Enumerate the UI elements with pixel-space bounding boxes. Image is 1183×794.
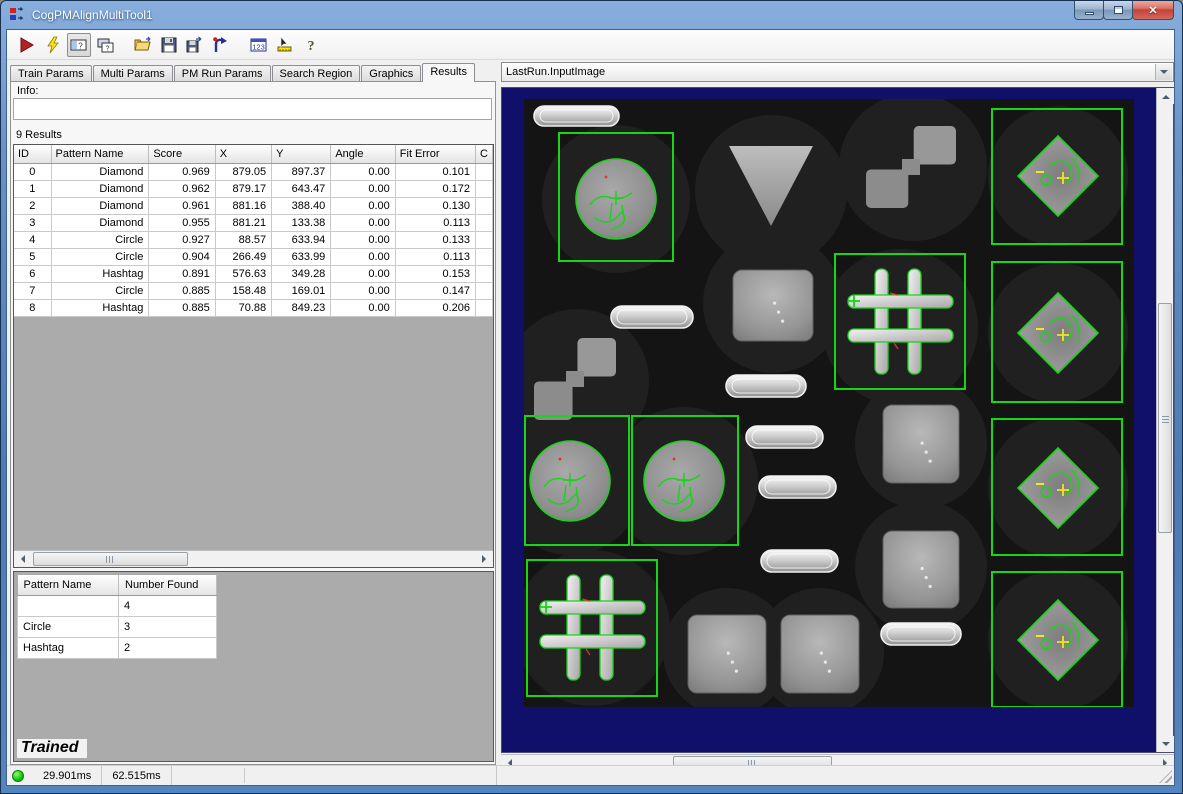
result-row[interactable]: 7Circle0.885158.48169.010.000.147 [14,282,493,299]
tab-train-params[interactable]: Train Params [10,65,92,82]
titlebar: CogPMAlignMultiTool1 ✕ [1,1,1182,29]
resize-grip[interactable] [1159,770,1172,783]
column-header-fit-error[interactable]: Fit Error [395,145,475,163]
result-row[interactable]: 8Hashtag0.88570.88849.230.000.206 [14,299,493,316]
close-icon: ✕ [1148,4,1157,17]
column-header-c[interactable]: C [476,145,493,163]
results-table: IDPattern NameScoreXYAngleFit ErrorC0Dia… [14,145,493,317]
numeric-display-icon: 123 [250,36,268,54]
image-selector-combobox[interactable]: LastRun.InputImage [501,62,1174,82]
run-status-icon [12,770,24,782]
run-time-label: 29.901ms [33,766,102,785]
pixel-measure-icon [276,36,294,54]
float-window-icon: ? [70,36,88,54]
tab-results[interactable]: Results [422,63,475,82]
column-header-number-found[interactable]: Number Found [119,575,217,595]
scroll-down-icon[interactable] [1157,736,1174,752]
hscroll-thumb[interactable] [33,552,188,566]
tab-multi-params[interactable]: Multi Params [93,65,173,82]
run-icon [18,36,36,54]
open-file-icon [134,36,152,54]
svg-text:?: ? [308,39,315,54]
scroll-left-icon[interactable] [14,551,31,567]
save-icon [160,36,178,54]
tool-window-button[interactable]: ? [93,33,117,57]
info-input[interactable] [13,98,492,120]
electric-run-icon [44,36,62,54]
window-title: CogPMAlignMultiTool1 [32,8,153,22]
results-count-label: 9 Results [16,129,62,141]
results-tab-page: Info: 9 Results IDPattern NameScoreXYAng… [10,81,496,765]
electric-run-button[interactable] [41,33,65,57]
column-header-pattern-name[interactable]: Pattern Name [18,575,119,595]
status-bar: 29.901ms 62.515ms [7,765,1174,785]
column-header-score[interactable]: Score [149,145,215,163]
total-time-label: 62.515ms [102,766,171,785]
reset-icon [212,36,230,54]
svg-text:123: 123 [252,42,265,51]
pixel-measure-button[interactable] [273,33,297,57]
svg-text:?: ? [78,41,83,50]
tab-strip: Train ParamsMulti ParamsPM Run ParamsSea… [10,63,476,82]
combobox-dropdown-button[interactable] [1155,64,1172,80]
pattern-row[interactable]: Circle3 [18,616,217,637]
result-row[interactable]: 6Hashtag0.891576.63349.280.000.153 [14,265,493,282]
column-header-id[interactable]: ID [14,145,51,163]
scroll-right-icon[interactable] [476,551,493,567]
result-row[interactable]: 3Diamond0.955881.21133.380.000.113 [14,214,493,231]
results-grid-hscrollbar[interactable] [14,550,493,567]
close-button[interactable]: ✕ [1132,1,1174,20]
pattern-count-table: Pattern NameNumber FoundDiamond4Circle3H… [17,575,217,659]
result-row[interactable]: 0Diamond0.969879.05897.370.000.101 [14,163,493,180]
input-image-scene [524,99,1134,707]
tab-pm-run-params[interactable]: PM Run Params [174,65,271,82]
window-content: ?? 123? Train ParamsMulti ParamsPM Run Pa… [6,29,1175,786]
pattern-count-panel: Pattern NameNumber FoundDiamond4Circle3H… [13,571,494,762]
svg-text:?: ? [106,45,110,52]
maximize-icon [1114,6,1123,14]
result-row[interactable]: 1Diamond0.962879.17643.470.000.172 [14,180,493,197]
trained-status-label: Trained [17,739,87,758]
open-file-button[interactable] [131,33,155,57]
column-header-y[interactable]: Y [272,145,331,163]
pattern-row[interactable]: Diamond4 [18,595,217,616]
float-window-button[interactable]: ? [67,33,91,57]
save-button[interactable] [157,33,181,57]
result-row[interactable]: 2Diamond0.961881.16388.400.000.130 [14,197,493,214]
column-header-pattern-name[interactable]: Pattern Name [51,145,149,163]
help-icon: ? [302,36,320,54]
vscroll-thumb[interactable] [1158,303,1172,533]
image-display[interactable] [501,87,1174,753]
save-as-icon [186,36,204,54]
display-vscrollbar[interactable] [1156,88,1173,752]
run-button[interactable] [15,33,39,57]
numeric-display-button[interactable]: 123 [247,33,271,57]
app-icon [10,7,26,23]
info-label: Info: [17,85,38,97]
tool-window-icon: ? [96,36,114,54]
help-button[interactable]: ? [299,33,323,57]
minimize-icon [1085,12,1094,15]
column-header-angle[interactable]: Angle [331,145,395,163]
results-grid: IDPattern NameScoreXYAngleFit ErrorC0Dia… [13,144,494,568]
image-selector-value: LastRun.InputImage [506,66,605,78]
result-row[interactable]: 5Circle0.904266.49633.990.000.113 [14,248,493,265]
column-header-x[interactable]: X [215,145,271,163]
maximize-button[interactable] [1103,1,1133,20]
pattern-row[interactable]: Hashtag2 [18,637,217,658]
toolbar: ?? 123? [7,30,1174,60]
tool-editor-window: CogPMAlignMultiTool1 ✕ ?? 123? Train Para… [0,0,1183,794]
tab-graphics[interactable]: Graphics [361,65,421,82]
chevron-down-icon [1160,70,1168,78]
save-as-button[interactable] [183,33,207,57]
result-row[interactable]: 4Circle0.92788.57633.940.000.133 [14,231,493,248]
reset-button[interactable] [209,33,233,57]
tab-search-region[interactable]: Search Region [272,65,361,82]
minimize-button[interactable] [1074,1,1104,20]
scroll-up-icon[interactable] [1157,88,1174,104]
